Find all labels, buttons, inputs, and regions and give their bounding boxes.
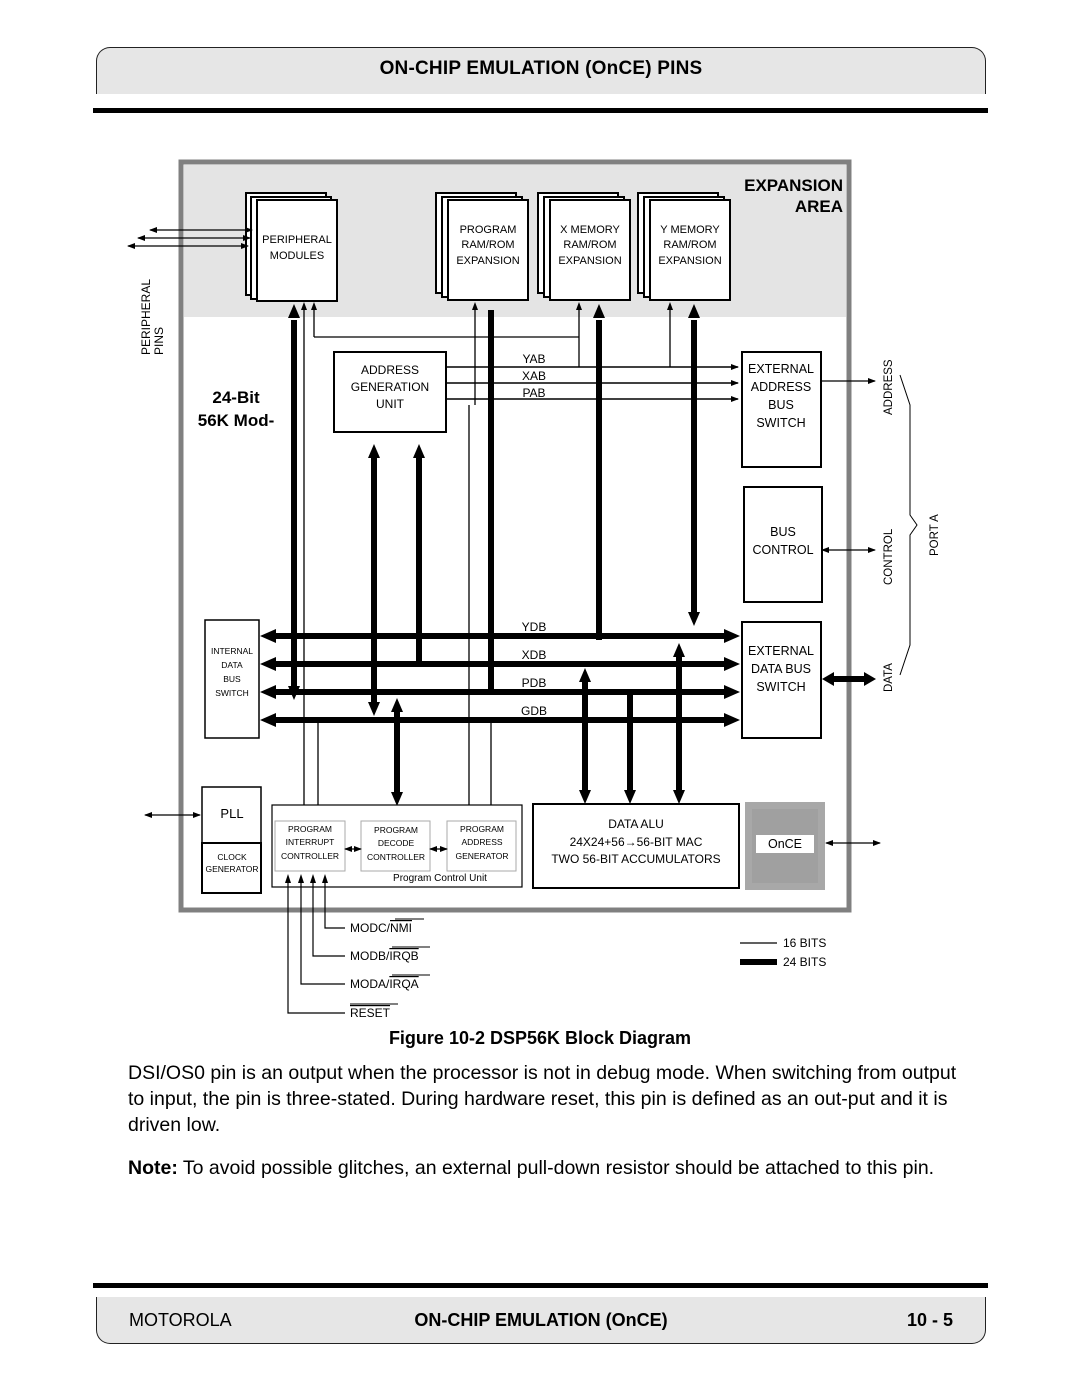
svg-text:MODULES: MODULES [270, 250, 324, 262]
svg-text:GENERATION: GENERATION [351, 380, 429, 394]
svg-text:DATA: DATA [221, 660, 243, 670]
svg-text:SWITCH: SWITCH [215, 688, 249, 698]
program-ram-expansion: PROGRAM RAM/ROM EXPANSION [435, 192, 529, 301]
legend-thin-label: 16 BITS [783, 936, 826, 950]
pin-reset: RESET [350, 1006, 391, 1020]
svg-text:RAM/ROM: RAM/ROM [563, 239, 616, 251]
port-a-label: PORT A [929, 514, 941, 556]
body-paragraph: DSI/OS0 pin is an output when the proces… [128, 1062, 957, 1136]
svg-text:DATA ALU: DATA ALU [608, 817, 664, 831]
peripheral-modules-block: PERIPHERAL MODULES [245, 192, 338, 302]
note-label: Note: [128, 1157, 178, 1179]
svg-text:PROGRAM: PROGRAM [460, 224, 517, 236]
note-text: To avoid possible glitches, an external … [177, 1157, 935, 1179]
svg-text:BUS: BUS [223, 674, 241, 684]
y-memory-expansion: Y MEMORY RAM/ROM EXPANSION [637, 192, 731, 301]
svg-text:ADDRESS: ADDRESS [361, 363, 419, 377]
svg-text:INTERNAL: INTERNAL [211, 646, 253, 656]
footer-chapter: ON-CHIP EMULATION (OnCE) [414, 1310, 668, 1330]
note-paragraph: Note: To avoid possible glitches, an ext… [128, 1155, 968, 1181]
svg-text:PROGRAM: PROGRAM [460, 824, 504, 834]
svg-text:PROGRAM: PROGRAM [288, 824, 332, 834]
svg-text:ADDRESS: ADDRESS [751, 380, 811, 394]
bus-label-yab: YAB [522, 352, 545, 366]
svg-text:Y MEMORY: Y MEMORY [660, 224, 720, 236]
page-footer: MOTOROLA ON-CHIP EMULATION (OnCE) 10 - 5 [96, 1297, 986, 1344]
figure-caption: Figure 10-2 DSP56K Block Diagram [388, 1028, 692, 1048]
svg-text:SWITCH: SWITCH [756, 680, 805, 694]
core-label-1: 24-Bit [212, 388, 260, 407]
footer-rule [93, 1283, 988, 1288]
bus-label-xab: XAB [522, 369, 546, 383]
svg-text:GENERATOR: GENERATOR [455, 851, 508, 861]
bus-label-pab: PAB [522, 386, 545, 400]
port-address-label: ADDRESS [883, 359, 895, 415]
svg-text:CLOCK: CLOCK [217, 852, 247, 862]
svg-text:RAM/ROM: RAM/ROM [663, 239, 716, 251]
svg-text:TWO 56-BIT ACCUMULATORS: TWO 56-BIT ACCUMULATORS [551, 852, 720, 866]
expansion-label-1: EXPANSION [744, 176, 843, 195]
svg-text:OnCE: OnCE [768, 837, 802, 851]
svg-text:BUS: BUS [770, 525, 796, 539]
svg-text:CONTROLLER: CONTROLLER [367, 852, 425, 862]
svg-text:UNIT: UNIT [376, 397, 405, 411]
legend-thick-label: 24 BITS [783, 955, 826, 969]
port-data-label: DATA [883, 663, 895, 692]
pcu-label: Program Control Unit [393, 873, 487, 884]
svg-text:SWITCH: SWITCH [756, 416, 805, 430]
svg-text:X MEMORY: X MEMORY [560, 224, 620, 236]
block-diagram: EXPANSION AREA PERIPHERAL MODULES PERIPH… [127, 159, 941, 1020]
svg-text:ADDRESS: ADDRESS [461, 837, 502, 847]
svg-text:CONTROLLER: CONTROLLER [281, 851, 339, 861]
peripheral-pins-label-2: PINS [152, 327, 166, 355]
pin-modb: MODB/IRQB [350, 949, 419, 963]
core-label-2: 56K Mod- [198, 411, 275, 430]
svg-text:INTERRUPT: INTERRUPT [286, 837, 335, 847]
bus-label-gdb: GDB [521, 704, 547, 718]
svg-text:CONTROL: CONTROL [752, 543, 813, 557]
svg-text:BUS: BUS [768, 398, 794, 412]
expansion-label-2: AREA [795, 197, 843, 216]
svg-text:RAM/ROM: RAM/ROM [461, 239, 514, 251]
svg-text:DATA BUS: DATA BUS [751, 662, 811, 676]
port-a-brace [899, 374, 918, 676]
pin-moda: MODA/IRQA [350, 977, 419, 991]
svg-text:PLL: PLL [220, 806, 243, 821]
svg-text:GENERATOR: GENERATOR [205, 864, 258, 874]
peripheral-pins-label-1: PERIPHERAL [139, 279, 153, 355]
pin-modc: MODC/NMI [350, 921, 412, 935]
svg-text:EXTERNAL: EXTERNAL [748, 644, 814, 658]
svg-text:DECODE: DECODE [378, 838, 415, 848]
svg-text:EXPANSION: EXPANSION [456, 255, 519, 267]
svg-text:PROGRAM: PROGRAM [374, 825, 418, 835]
x-memory-expansion: X MEMORY RAM/ROM EXPANSION [537, 192, 631, 301]
bus-label-pdb: PDB [522, 676, 547, 690]
bus-label-xdb: XDB [522, 648, 547, 662]
svg-text:EXPANSION: EXPANSION [658, 255, 721, 267]
bus-label-ydb: YDB [522, 620, 547, 634]
svg-text:24X24+56→56-BIT MAC: 24X24+56→56-BIT MAC [570, 835, 703, 849]
svg-text:PERIPHERAL: PERIPHERAL [262, 234, 332, 246]
page-number: 10 - 5 [906, 1310, 953, 1330]
svg-text:EXTERNAL: EXTERNAL [748, 362, 814, 376]
svg-text:EXPANSION: EXPANSION [558, 255, 621, 267]
port-control-label: CONTROL [883, 528, 895, 585]
